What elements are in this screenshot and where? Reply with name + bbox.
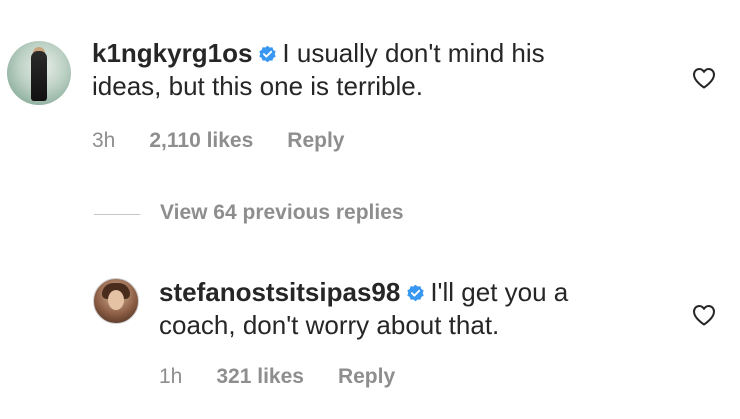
heart-outline-icon[interactable] — [692, 304, 716, 326]
comment-text-line2: ideas, but this one is terrible. — [92, 71, 423, 101]
likes-count[interactable]: 321 likes — [216, 365, 304, 388]
comment-meta: 3h 2,110 likes Reply — [92, 129, 378, 153]
avatar-face — [108, 290, 124, 310]
avatar[interactable] — [7, 41, 71, 105]
comment-time: 1h — [159, 365, 183, 388]
replies-divider-line — [94, 214, 140, 215]
reply-button[interactable]: Reply — [287, 129, 344, 152]
comment-body: stefanostsitsipas98 I'll get you a coach… — [159, 276, 568, 342]
comment-meta: 1h 321 likes Reply — [159, 365, 429, 389]
verified-badge-icon — [407, 284, 424, 302]
reply-button[interactable]: Reply — [338, 365, 395, 388]
comment-time: 3h — [92, 129, 116, 152]
comment-text-line1: I usually don't mind his — [282, 38, 545, 68]
view-previous-replies-button[interactable]: View 64 previous replies — [160, 201, 404, 225]
comment-text-line2: coach, don't worry about that. — [159, 310, 500, 340]
comment-body: k1ngkyrg1os I usually don't mind his ide… — [92, 37, 545, 103]
comment-username[interactable]: k1ngkyrg1os — [92, 38, 252, 68]
likes-count[interactable]: 2,110 likes — [149, 129, 253, 152]
avatar-figure — [31, 51, 47, 101]
comment-text-line1: I'll get you a — [430, 277, 569, 307]
comment-username[interactable]: stefanostsitsipas98 — [159, 277, 400, 307]
heart-outline-icon[interactable] — [692, 67, 716, 89]
verified-badge-icon — [259, 45, 277, 63]
avatar[interactable] — [93, 278, 139, 324]
